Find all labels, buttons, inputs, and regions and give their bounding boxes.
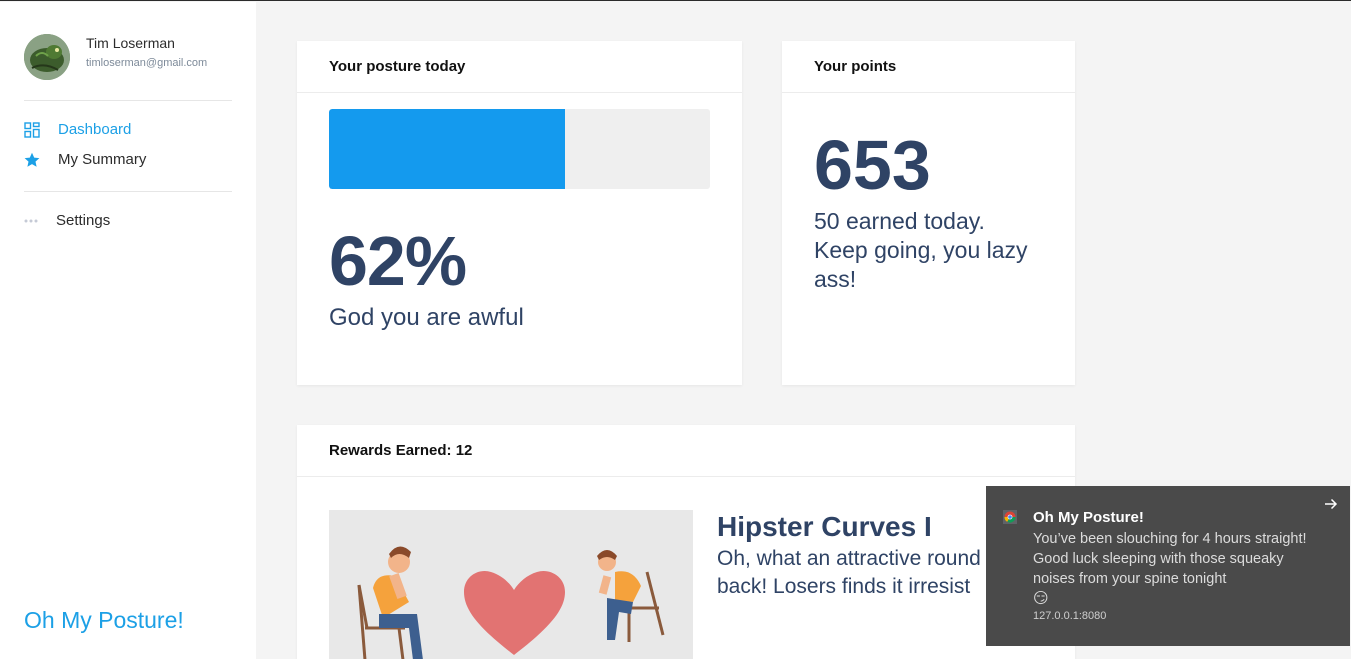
chrome-icon (1003, 510, 1017, 524)
avatar[interactable] (24, 34, 70, 80)
toast-source: 127.0.0.1:8080 (1033, 610, 1107, 622)
star-icon (24, 152, 40, 168)
posture-card: Your posture today 62% God you are awful (297, 41, 742, 385)
posture-message: God you are awful (329, 304, 524, 331)
brand-name[interactable]: Oh My Posture! (24, 607, 184, 634)
points-card: Your points 653 50 earned today. Keep go… (782, 41, 1075, 385)
sidebar: Tim Loserman timloserman@gmail.com Dashb… (0, 2, 256, 659)
toast-notification[interactable]: Oh My Posture! You’ve been slouching for… (986, 486, 1350, 646)
points-message: 50 earned today. Keep going, you lazy as… (814, 207, 1054, 294)
posture-progress-bar (329, 109, 710, 189)
user-profile[interactable]: Tim Loserman timloserman@gmail.com (24, 34, 207, 80)
posture-percent: 62% (329, 222, 467, 300)
rewards-card: Rewards Earned: 12 Hipster Curves I Oh, … (297, 425, 1075, 659)
posture-progress-fill (329, 109, 566, 189)
nav-item-label: My Summary (58, 151, 147, 168)
user-email: timloserman@gmail.com (86, 57, 208, 69)
toast-body: You’ve been slouching for 4 hours straig… (1033, 529, 1313, 609)
divider (24, 191, 232, 192)
avatar-image (24, 34, 70, 80)
grid-icon (24, 121, 40, 138)
reward-description-line: Oh, what an attractive round (717, 547, 981, 570)
toast-message: You’ve been slouching for 4 hours straig… (1033, 531, 1307, 587)
smirk-emoji-icon: 😏 (1033, 590, 1049, 607)
points-earned-today: 50 earned today. (814, 208, 985, 234)
posture-card-header: Your posture today (297, 41, 742, 93)
points-value: 653 (814, 126, 931, 204)
points-card-header: Your points (782, 41, 1075, 93)
nav-item-my-summary[interactable]: My Summary (24, 151, 146, 168)
reward-description-line: back! Losers finds it irresist (717, 575, 971, 598)
reward-description: Oh, what an attractive round back! Loser… (717, 545, 1017, 601)
divider (24, 100, 232, 101)
nav-item-label: Dashboard (58, 121, 132, 138)
toast-title: Oh My Posture! (1033, 509, 1144, 526)
nav-item-settings[interactable]: Settings (24, 212, 110, 229)
nav-item-dashboard[interactable]: Dashboard (24, 121, 131, 138)
nav-item-label: Settings (56, 212, 111, 229)
points-encouragement: Keep going, you lazy ass! (814, 237, 1028, 292)
more-dots-icon (24, 213, 40, 229)
arrow-right-icon[interactable] (1323, 496, 1339, 512)
user-name: Tim Loserman (86, 35, 175, 51)
rewards-card-header: Rewards Earned: 12 (297, 425, 1075, 477)
reward-title: Hipster Curves I (717, 511, 932, 542)
reward-illustration (329, 510, 693, 659)
